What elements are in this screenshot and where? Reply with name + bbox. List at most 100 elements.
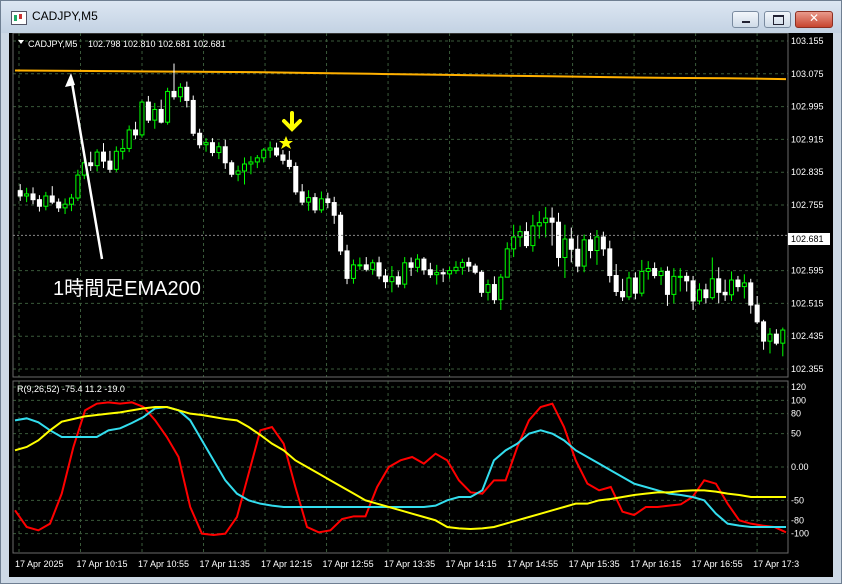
- candle-body[interactable]: [331, 202, 337, 216]
- candle-body[interactable]: [709, 278, 715, 299]
- candle-body[interactable]: [113, 150, 119, 170]
- candle-body[interactable]: [94, 151, 100, 167]
- candles-group[interactable]: [17, 63, 786, 357]
- candle-body[interactable]: [197, 132, 203, 146]
- candle-body[interactable]: [88, 162, 94, 167]
- candle-body[interactable]: [421, 258, 427, 271]
- candle-body[interactable]: [101, 151, 107, 162]
- maximize-button[interactable]: [764, 11, 791, 28]
- candle-body[interactable]: [722, 291, 728, 296]
- candle-body[interactable]: [498, 276, 504, 301]
- candle-body[interactable]: [30, 193, 36, 201]
- candle-body[interactable]: [613, 275, 619, 293]
- candle-body[interactable]: [523, 231, 529, 247]
- candle-body[interactable]: [562, 238, 568, 258]
- candle-body[interactable]: [517, 231, 523, 238]
- candle-body[interactable]: [466, 261, 472, 267]
- candle-body[interactable]: [543, 217, 549, 224]
- candle-body[interactable]: [761, 321, 767, 342]
- candle-body[interactable]: [741, 282, 747, 288]
- candle-body[interactable]: [43, 195, 49, 207]
- candle-body[interactable]: [280, 154, 286, 161]
- candle-body[interactable]: [729, 279, 735, 296]
- candle-body[interactable]: [415, 258, 421, 268]
- candle-body[interactable]: [632, 277, 638, 294]
- candle-body[interactable]: [177, 86, 183, 98]
- candle-body[interactable]: [75, 174, 81, 199]
- candle-body[interactable]: [318, 198, 324, 211]
- candle-body[interactable]: [588, 239, 594, 252]
- candle-body[interactable]: [594, 236, 600, 252]
- candle-body[interactable]: [568, 238, 574, 250]
- candle-body[interactable]: [773, 333, 779, 344]
- candle-body[interactable]: [49, 195, 55, 203]
- candle-body[interactable]: [370, 262, 376, 270]
- candle-body[interactable]: [395, 276, 401, 285]
- candle-body[interactable]: [126, 129, 132, 149]
- candle-body[interactable]: [703, 289, 709, 299]
- candle-body[interactable]: [158, 108, 164, 123]
- candle-body[interactable]: [453, 266, 459, 272]
- candle-body[interactable]: [472, 265, 478, 273]
- candle-body[interactable]: [440, 272, 446, 275]
- candle-body[interactable]: [286, 159, 292, 167]
- candle-body[interactable]: [68, 197, 74, 205]
- candle-body[interactable]: [363, 264, 369, 270]
- candle-body[interactable]: [254, 157, 260, 163]
- candle-body[interactable]: [312, 197, 318, 211]
- candle-body[interactable]: [306, 197, 312, 203]
- candle-body[interactable]: [274, 147, 280, 156]
- candle-body[interactable]: [350, 264, 356, 279]
- candle-body[interactable]: [344, 250, 350, 279]
- candle-body[interactable]: [325, 198, 331, 204]
- candle-body[interactable]: [684, 275, 690, 282]
- candle-body[interactable]: [209, 142, 215, 154]
- candle-body[interactable]: [338, 214, 344, 252]
- candle-body[interactable]: [690, 280, 696, 302]
- candle-body[interactable]: [696, 289, 702, 302]
- candle-body[interactable]: [36, 199, 42, 207]
- minimize-button[interactable]: [732, 11, 759, 28]
- candle-body[interactable]: [607, 248, 613, 277]
- candle-body[interactable]: [293, 165, 299, 193]
- candle-body[interactable]: [748, 282, 754, 306]
- candle-body[interactable]: [485, 284, 491, 293]
- candle-body[interactable]: [17, 190, 23, 197]
- candle-body[interactable]: [511, 236, 517, 250]
- candle-body[interactable]: [408, 262, 414, 268]
- candle-body[interactable]: [645, 268, 651, 272]
- candle-body[interactable]: [145, 101, 151, 121]
- candle-body[interactable]: [190, 99, 196, 134]
- candle-body[interactable]: [152, 108, 158, 121]
- candle-body[interactable]: [203, 142, 209, 146]
- candle-body[interactable]: [165, 90, 171, 123]
- candle-body[interactable]: [357, 264, 363, 267]
- candle-body[interactable]: [658, 270, 664, 277]
- candle-body[interactable]: [459, 261, 465, 268]
- candle-body[interactable]: [56, 201, 62, 209]
- candle-body[interactable]: [754, 304, 760, 323]
- candle-body[interactable]: [600, 236, 606, 250]
- candle-body[interactable]: [735, 279, 741, 288]
- candle-body[interactable]: [780, 329, 786, 344]
- candle-body[interactable]: [382, 275, 388, 283]
- candle-body[interactable]: [62, 203, 68, 209]
- candle-body[interactable]: [120, 147, 126, 152]
- candle-body[interactable]: [235, 170, 241, 175]
- candle-body[interactable]: [677, 275, 683, 278]
- candle-body[interactable]: [434, 272, 440, 276]
- candle-body[interactable]: [299, 191, 305, 203]
- candle-body[interactable]: [427, 269, 433, 276]
- candle-body[interactable]: [222, 146, 228, 164]
- chart-area[interactable]: 103.155 103.075 102.995 102.915 102.835 102.7…: [9, 32, 833, 577]
- candle-body[interactable]: [229, 162, 235, 175]
- candle-body[interactable]: [24, 193, 30, 197]
- candle-body[interactable]: [504, 248, 510, 278]
- candle-body[interactable]: [767, 333, 773, 342]
- candle-body[interactable]: [216, 146, 222, 154]
- candle-body[interactable]: [171, 90, 177, 98]
- candle-body[interactable]: [652, 268, 658, 277]
- candle-body[interactable]: [716, 278, 722, 293]
- candle-body[interactable]: [402, 262, 408, 285]
- candle-body[interactable]: [184, 86, 190, 101]
